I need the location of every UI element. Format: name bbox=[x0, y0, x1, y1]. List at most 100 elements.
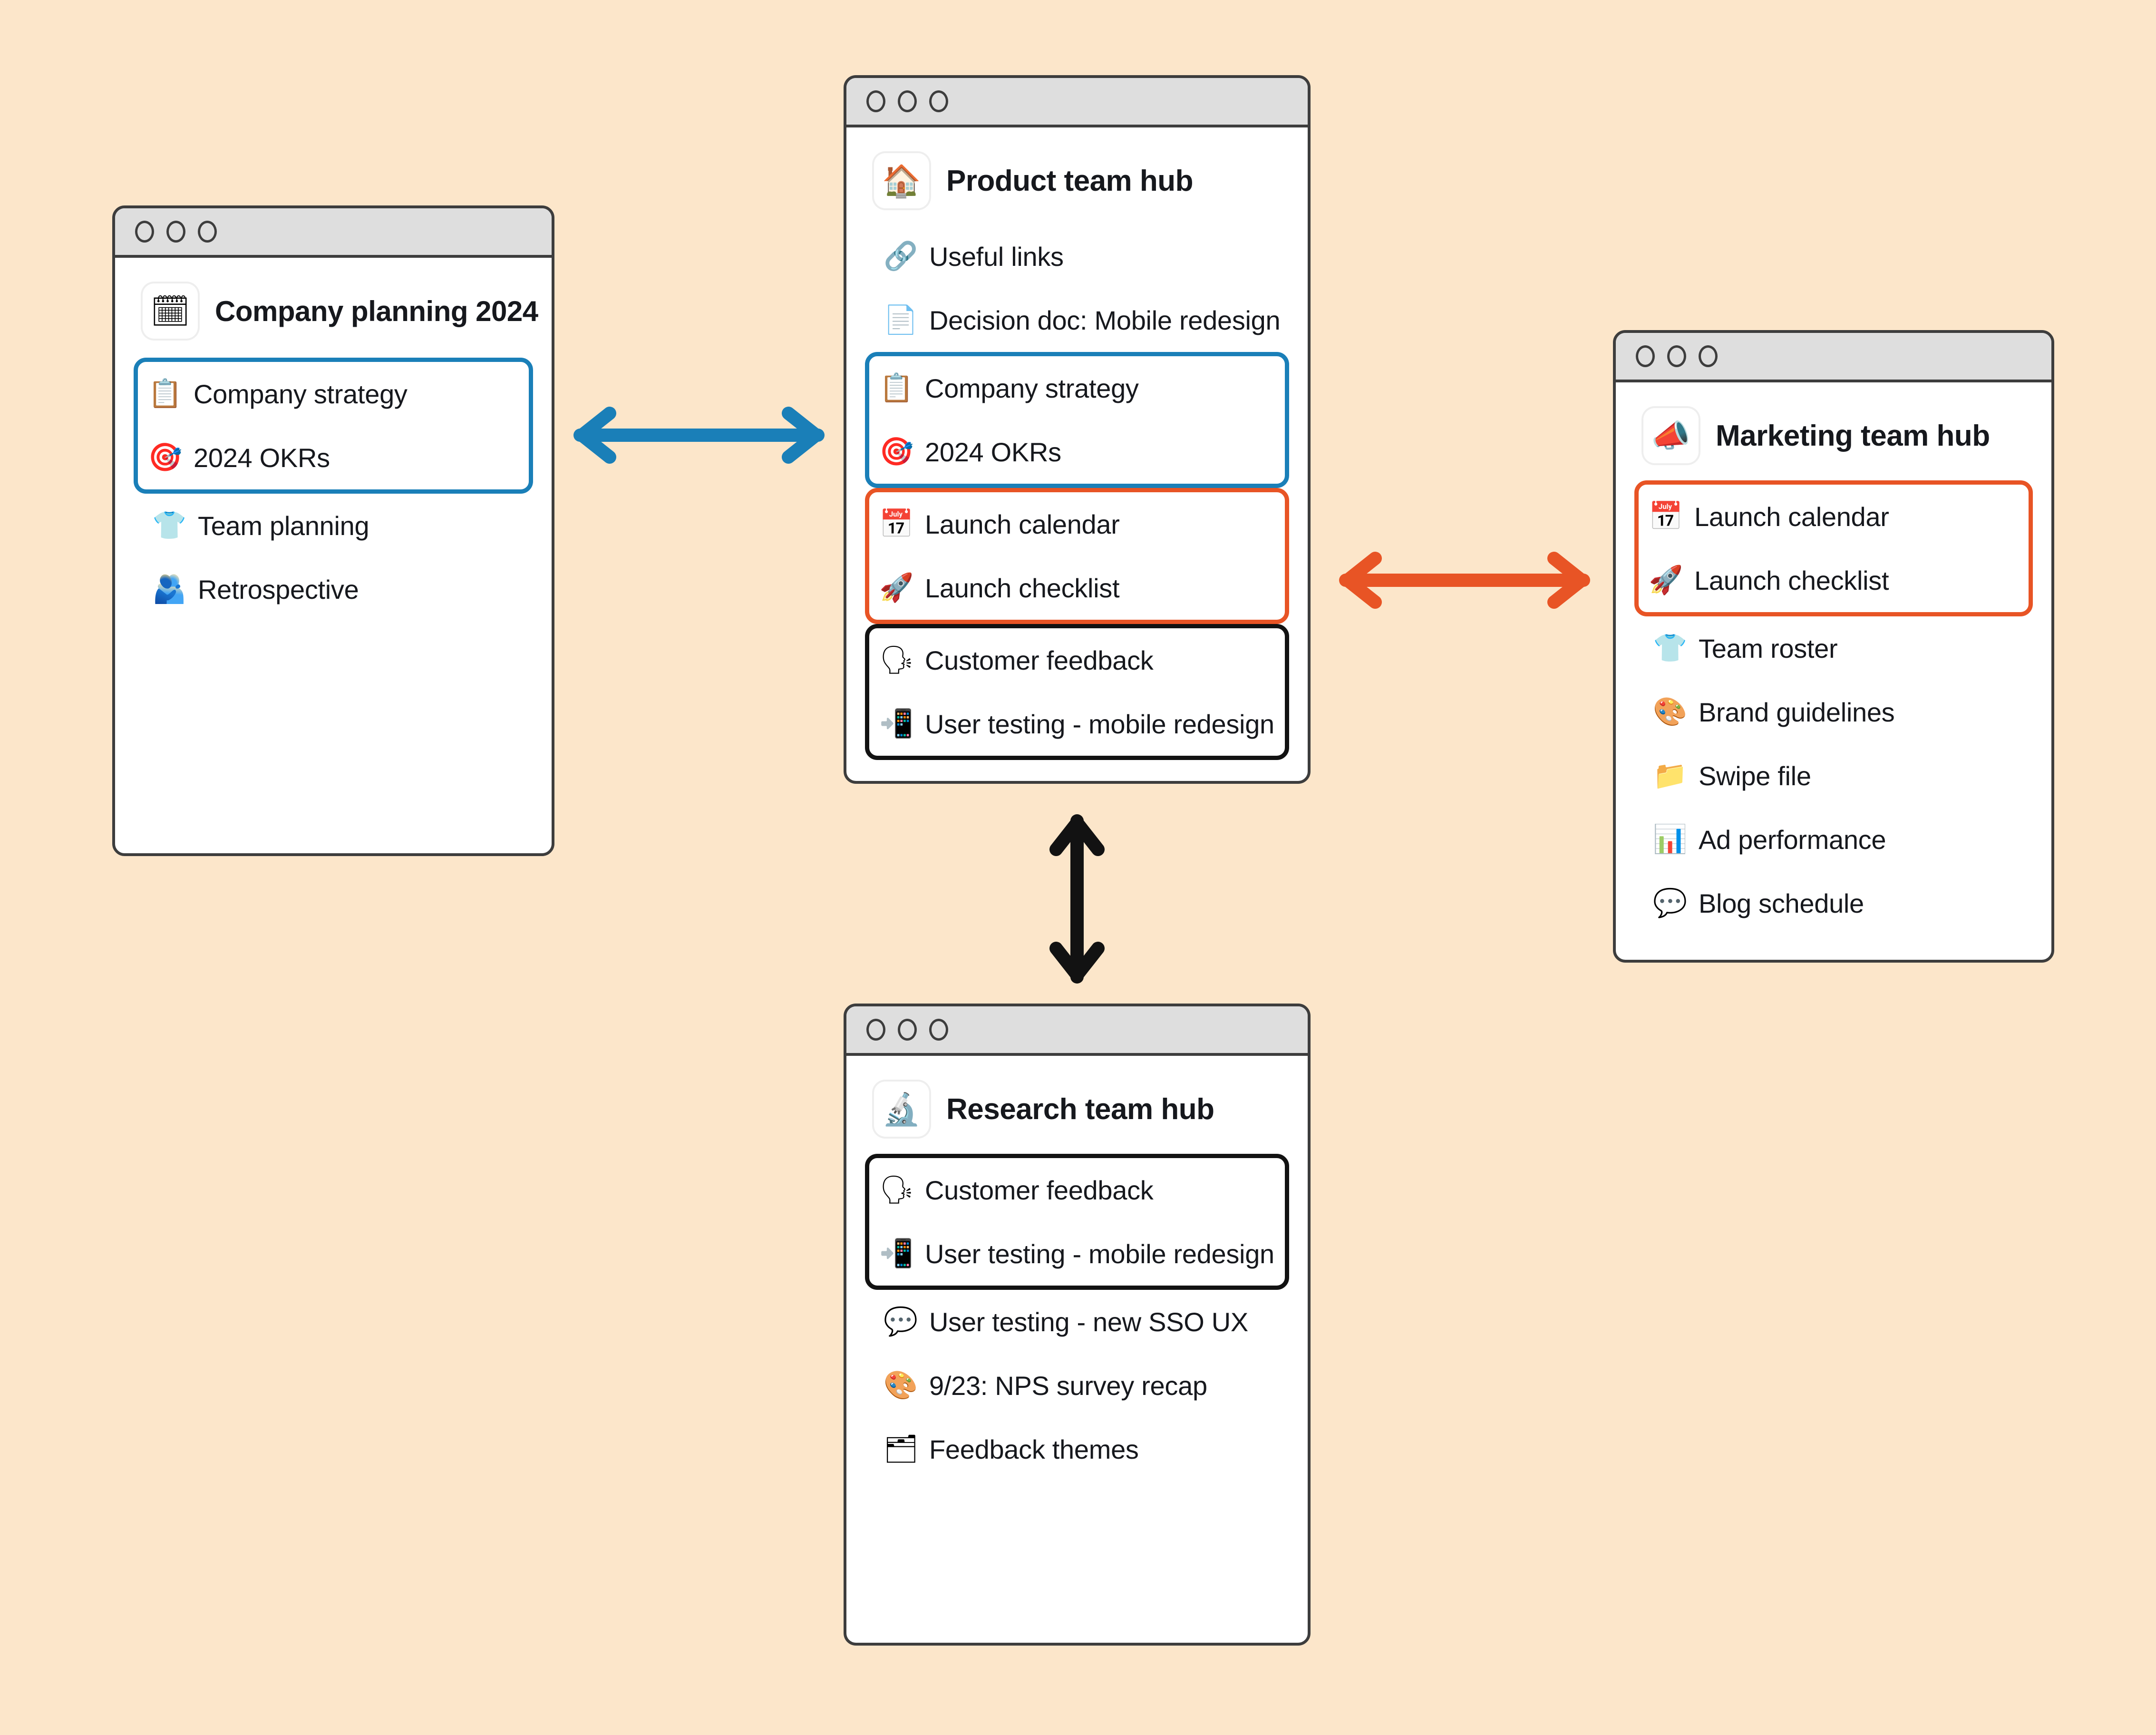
window-research-team-hub[interactable]: 🔬 Research team hub 🗣 Customer feedback … bbox=[844, 1004, 1311, 1646]
window-product-team-hub[interactable]: 🏠 Product team hub 🔗 Useful links 📄 Deci… bbox=[844, 75, 1311, 784]
minimize-button-icon[interactable] bbox=[166, 221, 185, 243]
titlebar[interactable] bbox=[846, 78, 1308, 127]
window-body: 🏠 Product team hub 🔗 Useful links 📄 Deci… bbox=[846, 127, 1308, 781]
list-item[interactable]: 📁 Swipe file bbox=[1639, 744, 2029, 808]
list-item[interactable]: 🎯 2024 OKRs bbox=[138, 426, 529, 489]
linked-group-black: 🗣 Customer feedback 📲 User testing - mob… bbox=[865, 624, 1289, 760]
list-item[interactable]: 👕 Team planning bbox=[138, 494, 529, 557]
list-item-label: Customer feedback bbox=[925, 1175, 1154, 1205]
list-item-label: Launch checklist bbox=[1694, 565, 1889, 595]
product-marketing-link-arrow bbox=[1339, 552, 1590, 609]
window-marketing-team-hub[interactable]: 📣 Marketing team hub 📅 Launch calendar 🚀… bbox=[1613, 330, 2054, 963]
list-item[interactable]: 📅 Launch calendar bbox=[1639, 485, 2029, 548]
jersey-icon: 👕 bbox=[1653, 633, 1688, 663]
close-button-icon[interactable] bbox=[866, 1019, 885, 1041]
dots-check-icon: 💬 bbox=[884, 1306, 918, 1337]
page-list: 📋 Company strategy 🎯 2024 OKRs 👕 Team pl… bbox=[115, 358, 552, 621]
maximize-button-icon[interactable] bbox=[198, 221, 217, 243]
app-header: 📣 Marketing team hub bbox=[1616, 382, 2051, 463]
page-title: Marketing team hub bbox=[1716, 419, 1990, 452]
linked-group-orange: 📅 Launch calendar 🚀 Launch checklist bbox=[1634, 480, 2033, 616]
list-item[interactable]: 💬 Blog schedule bbox=[1639, 871, 2029, 935]
minimize-button-icon[interactable] bbox=[1667, 345, 1686, 367]
close-button-icon[interactable] bbox=[1636, 345, 1655, 367]
list-item-label: Retrospective bbox=[198, 574, 359, 604]
color-wheel-icon: 🎨 bbox=[884, 1370, 918, 1401]
windows-stack-icon: 🗂 bbox=[884, 1433, 919, 1464]
app-header: 🔬 Research team hub bbox=[846, 1056, 1308, 1137]
maximize-button-icon[interactable] bbox=[929, 1019, 948, 1041]
list-item[interactable]: 🚀 Launch checklist bbox=[869, 556, 1285, 620]
list-item-label: Company strategy bbox=[194, 379, 408, 409]
mobile-alert-icon: 📲 bbox=[879, 1238, 914, 1269]
list-item-label: Launch calendar bbox=[925, 509, 1120, 539]
titlebar[interactable] bbox=[115, 208, 552, 258]
list-item[interactable]: 📄 Decision doc: Mobile redesign bbox=[869, 288, 1285, 352]
minimize-button-icon[interactable] bbox=[898, 90, 917, 112]
titlebar[interactable] bbox=[1616, 333, 2051, 382]
speech-lines-icon: 💬 bbox=[1653, 887, 1688, 918]
link-add-icon: 🔗 bbox=[884, 241, 918, 272]
rocket-icon: 🚀 bbox=[1649, 565, 1683, 595]
list-item[interactable]: 🗂 Feedback themes bbox=[869, 1417, 1285, 1481]
list-item[interactable]: 🔗 Useful links bbox=[869, 224, 1285, 288]
list-item-label: Launch calendar bbox=[1694, 501, 1889, 532]
list-item-label: User testing - new SSO UX bbox=[929, 1306, 1248, 1337]
calendar-icon: 📅 bbox=[1649, 501, 1683, 532]
list-item[interactable]: 📲 User testing - mobile redesign bbox=[869, 692, 1285, 756]
document-icon: 📄 bbox=[884, 304, 918, 335]
list-item[interactable]: 📲 User testing - mobile redesign bbox=[869, 1222, 1285, 1286]
list-item[interactable]: 📋 Company strategy bbox=[869, 356, 1285, 420]
titlebar[interactable] bbox=[846, 1006, 1308, 1056]
list-item[interactable]: 🚀 Launch checklist bbox=[1639, 548, 2029, 612]
maximize-button-icon[interactable] bbox=[929, 90, 948, 112]
list-item[interactable]: 🎯 2024 OKRs bbox=[869, 420, 1285, 484]
list-item-label: User testing - mobile redesign bbox=[925, 709, 1274, 739]
list-item[interactable]: 🗣 Customer feedback bbox=[869, 628, 1285, 692]
list-item[interactable]: 🫂 Retrospective bbox=[138, 557, 529, 621]
list-item-label: Launch checklist bbox=[925, 573, 1120, 603]
calendar-planning-icon: 🗓 bbox=[143, 283, 198, 339]
page-title: Company planning 2024 bbox=[215, 295, 538, 327]
window-company-planning[interactable]: 🗓 Company planning 2024 📋 Company strate… bbox=[112, 205, 554, 856]
people-mirror-icon: 🫂 bbox=[152, 574, 187, 604]
list-item-label: Ad performance bbox=[1699, 824, 1886, 855]
list-item-label: 2024 OKRs bbox=[194, 442, 330, 473]
list-item-label: Brand guidelines bbox=[1699, 697, 1895, 727]
list-item[interactable]: 📅 Launch calendar bbox=[869, 492, 1285, 556]
jersey-icon: 👕 bbox=[152, 510, 187, 541]
bar-chart-icon: 📊 bbox=[1653, 824, 1688, 855]
linked-group-blue: 📋 Company strategy 🎯 2024 OKRs bbox=[865, 352, 1289, 488]
maximize-button-icon[interactable] bbox=[1699, 345, 1718, 367]
folder-icon: 📁 bbox=[1653, 760, 1688, 791]
house-icon: 🏠 bbox=[874, 153, 929, 208]
linked-group-black: 🗣 Customer feedback 📲 User testing - mob… bbox=[865, 1154, 1289, 1290]
megaphone-icon: 📣 bbox=[1643, 408, 1699, 463]
linked-group-blue: 📋 Company strategy 🎯 2024 OKRs bbox=[134, 358, 533, 494]
list-item[interactable]: 🎨 Brand guidelines bbox=[1639, 680, 2029, 744]
list-item-label: Decision doc: Mobile redesign bbox=[929, 305, 1281, 335]
calendar-icon: 📅 bbox=[879, 508, 914, 539]
list-item[interactable]: 📋 Company strategy bbox=[138, 362, 529, 426]
company-product-link-arrow bbox=[573, 407, 825, 464]
product-research-link-arrow bbox=[1049, 814, 1105, 984]
list-item-label: 2024 OKRs bbox=[925, 437, 1061, 467]
mobile-alert-icon: 📲 bbox=[879, 708, 914, 739]
minimize-button-icon[interactable] bbox=[898, 1019, 917, 1041]
target-bullseye-icon: 🎯 bbox=[148, 442, 183, 473]
list-item[interactable]: 🗣 Customer feedback bbox=[869, 1158, 1285, 1222]
close-button-icon[interactable] bbox=[135, 221, 154, 243]
list-item-label: User testing - mobile redesign bbox=[925, 1238, 1274, 1269]
app-header: 🏠 Product team hub bbox=[846, 127, 1308, 208]
close-button-icon[interactable] bbox=[866, 90, 885, 112]
list-item[interactable]: 🎨 9/23: NPS survey recap bbox=[869, 1354, 1285, 1417]
window-body: 📣 Marketing team hub 📅 Launch calendar 🚀… bbox=[1616, 382, 2051, 960]
page-list: 🔗 Useful links 📄 Decision doc: Mobile re… bbox=[846, 224, 1308, 760]
list-item[interactable]: 💬 User testing - new SSO UX bbox=[869, 1290, 1285, 1354]
list-item-label: 9/23: NPS survey recap bbox=[929, 1370, 1207, 1401]
clipboard-strategy-icon: 📋 bbox=[148, 378, 183, 409]
list-item[interactable]: 👕 Team roster bbox=[1639, 616, 2029, 680]
list-item[interactable]: 📊 Ad performance bbox=[1639, 808, 2029, 871]
list-item-label: Useful links bbox=[929, 241, 1064, 272]
list-item-label: Team roster bbox=[1699, 633, 1838, 663]
